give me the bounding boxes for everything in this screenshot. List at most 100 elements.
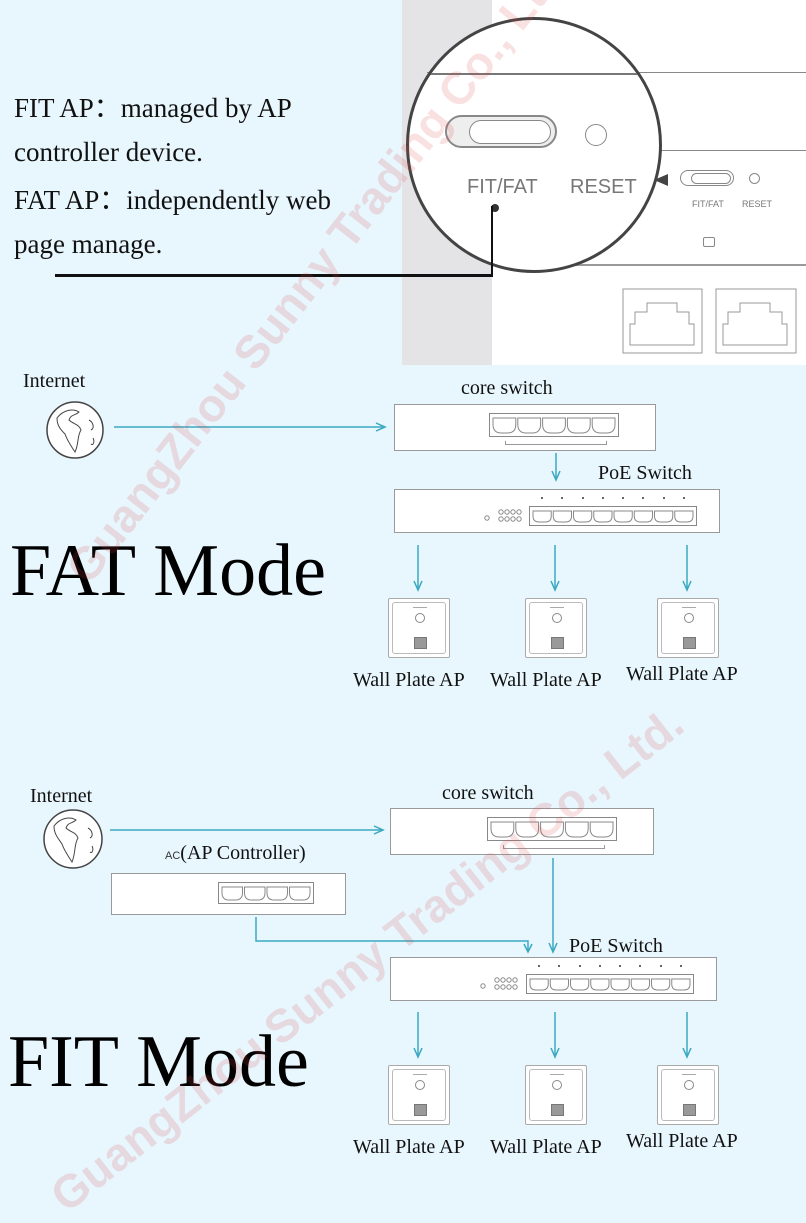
fit-ac-ports [218,882,314,904]
fat-core-switch-label: core switch [461,377,553,399]
port-frame [529,506,697,526]
port-group [489,413,619,437]
small-reset-button[interactable] [749,173,760,184]
fat-poe-switch-label: PoE Switch [598,462,692,484]
port-number-dot [601,497,604,499]
fat-globe-icon [46,401,104,459]
wall-plate-ap [388,598,450,658]
magnifier-panel-line [409,73,659,75]
ap-brand-text [550,607,564,608]
led-icon [506,977,512,983]
fat-poe-leds [483,508,527,524]
zoom-switch-knob [469,120,551,144]
fit-poe-switch-label: PoE Switch [569,935,663,957]
leader-line-vertical [491,206,493,276]
port-number-dot [598,965,601,967]
zoom-reset-label: RESET [570,176,637,198]
fat-internet-to-core-arrow [114,422,387,432]
small-fit-fat-label: FIT/FAT [692,199,724,209]
led-indicator [703,237,715,247]
wall-plate-ap-label: Wall Plate AP [626,1130,738,1152]
ap-brand-text [413,607,427,608]
wall-plate-ap [657,598,719,658]
rj45-port-1 [622,288,703,354]
fat-ap-description-line1: FAT AP：independently web [14,185,331,215]
port-number-dot [541,497,544,499]
wall-plate-ap [525,1065,587,1125]
led-icon [512,984,518,990]
port-group [218,882,314,904]
fat-mode-title: FAT Mode [10,530,326,612]
fit-ac-to-poe-arrow [255,917,533,954]
led-icon [500,977,506,983]
port-number-dot [639,965,642,967]
ap-brand-text [682,607,696,608]
port-number-dot [679,965,682,967]
ap-ethernet-port-icon [683,1104,696,1116]
poe-to-ap-arrow [550,545,560,592]
port-number-dot [561,497,564,499]
zoom-fit-fat-switch[interactable] [445,115,557,148]
poe-to-ap-arrow [413,545,423,592]
fit-internet-label: Internet [30,785,93,807]
panel-low-line [572,264,806,266]
led-icon [504,509,510,515]
port-frame [526,974,694,994]
fat-core-to-poe-arrow [551,453,561,482]
fat-core-switch-ports [489,413,619,437]
ap-wps-button-icon [552,1080,562,1090]
fat-internet-label: Internet [23,370,86,392]
poe-to-ap-arrow [413,1012,423,1059]
ap-wps-button-icon [415,613,425,623]
port-group [487,817,617,841]
leader-line-horizontal [55,274,493,277]
led-icon [498,509,504,515]
port-number-dot [538,965,541,967]
led-icon [480,983,486,989]
fat-core-lan-bracket [505,441,607,445]
poe-to-ap-arrow [682,1012,692,1059]
ap-wps-button-icon [684,613,694,623]
poe-to-ap-arrow [550,1012,560,1059]
ap-wps-button-icon [415,1080,425,1090]
fat-poe-switch [394,489,720,533]
led-icon [494,977,500,983]
fit-mode-title: FIT Mode [8,1021,309,1103]
port-number-dot [622,497,625,499]
ap-ethernet-port-icon [414,1104,427,1116]
poe-to-ap-arrow [682,545,692,592]
ap-brand-text [550,1074,564,1075]
zoom-reset-button[interactable] [585,124,607,146]
led-icon [506,984,512,990]
wall-plate-ap [388,1065,450,1125]
status-leds [484,509,522,522]
fit-core-switch [390,808,654,855]
port-number-dot [581,497,584,499]
led-icon [498,516,504,522]
fat-poe-switch-ports [529,497,697,526]
fat-core-switch [394,404,656,451]
port-number-dot [659,965,662,967]
ap-ethernet-port-icon [414,637,427,649]
port-number-dot [558,965,561,967]
wall-plate-ap-label: Wall Plate AP [490,669,602,691]
rj45-port-2 [715,288,797,354]
panel-mid-line [657,150,806,151]
wall-plate-ap-label: Wall Plate AP [490,1136,602,1158]
fit-globe-icon [43,809,103,869]
ap-ethernet-port-icon [683,637,696,649]
small-switch-knob [691,173,731,184]
small-reset-label: RESET [742,199,773,209]
small-fit-fat-switch[interactable] [680,170,734,186]
led-icon [500,984,506,990]
zoom-fit-fat-label: FIT/FAT [467,176,538,198]
magnifier-circle: FIT/FAT RESET [406,17,662,273]
wall-plate-ap-label: Wall Plate AP [353,1136,465,1158]
fit-poe-switch [390,957,717,1001]
fit-core-lan-bracket [503,845,605,849]
led-icon [504,516,510,522]
fit-core-switch-label: core switch [442,782,534,804]
fit-ac-controller-label: (AP Controller) [180,842,306,864]
led-icon [494,984,500,990]
wall-plate-ap-label: Wall Plate AP [626,663,738,685]
